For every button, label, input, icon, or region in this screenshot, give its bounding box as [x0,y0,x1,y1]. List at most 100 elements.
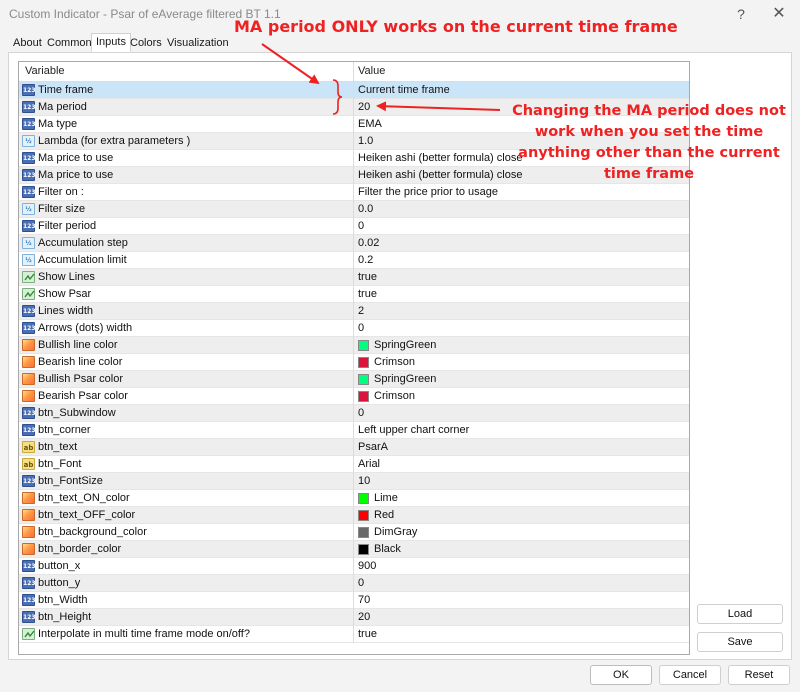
reset-button[interactable]: Reset [728,665,790,685]
value-cell[interactable]: PsarA [354,439,689,456]
table-row[interactable]: Show Lines true [19,269,689,286]
variable-cell[interactable]: 123 Ma type [19,116,354,133]
table-row[interactable]: Bullish Psar color SpringGreen [19,371,689,388]
column-header-value[interactable]: Value [354,62,689,82]
value-cell[interactable]: Filter the price prior to usage [354,184,689,201]
value-cell[interactable]: true [354,269,689,286]
value-cell[interactable]: 10 [354,473,689,490]
value-cell[interactable]: 0 [354,575,689,592]
variable-cell[interactable]: btn_background_color [19,524,354,541]
value-cell[interactable]: 0.02 [354,235,689,252]
variable-cell[interactable]: Show Psar [19,286,354,303]
variable-cell[interactable]: ab btn_text [19,439,354,456]
table-row[interactable]: Show Psar true [19,286,689,303]
table-row[interactable]: btn_text_ON_color Lime [19,490,689,507]
value-cell[interactable]: Arial [354,456,689,473]
column-header-variable[interactable]: Variable [19,62,354,82]
variable-cell[interactable]: 123 btn_FontSize [19,473,354,490]
table-row[interactable]: 123 Time frame Current time frame [19,82,689,99]
variable-cell[interactable]: Interpolate in multi time frame mode on/… [19,626,354,643]
table-row[interactable]: 123 Arrows (dots) width 0 [19,320,689,337]
variable-cell[interactable]: Bearish line color [19,354,354,371]
variable-cell[interactable]: btn_text_ON_color [19,490,354,507]
value-cell[interactable]: SpringGreen [354,371,689,388]
variable-cell[interactable]: btn_border_color [19,541,354,558]
variable-cell[interactable]: Bullish Psar color [19,371,354,388]
variable-cell[interactable]: Bearish Psar color [19,388,354,405]
table-row[interactable]: btn_border_color Black [19,541,689,558]
variable-cell[interactable]: 123 Filter on : [19,184,354,201]
table-row[interactable]: 123 btn_Subwindow 0 [19,405,689,422]
value-cell[interactable]: Crimson [354,388,689,405]
table-row[interactable]: 123 Filter period 0 [19,218,689,235]
variable-cell[interactable]: 123 btn_Width [19,592,354,609]
value-cell[interactable]: Current time frame [354,82,689,99]
value-cell[interactable]: Left upper chart corner [354,422,689,439]
table-row[interactable]: 123 button_y 0 [19,575,689,592]
variable-cell[interactable]: 123 btn_Height [19,609,354,626]
variable-cell[interactable]: Show Lines [19,269,354,286]
table-row[interactable]: 123 btn_FontSize 10 [19,473,689,490]
variable-cell[interactable]: Bullish line color [19,337,354,354]
value-cell[interactable]: 0 [354,218,689,235]
table-row[interactable]: Bearish Psar color Crimson [19,388,689,405]
table-row[interactable]: Interpolate in multi time frame mode on/… [19,626,689,643]
variable-cell[interactable]: 123 Arrows (dots) width [19,320,354,337]
variable-cell[interactable]: ab btn_Font [19,456,354,473]
value-cell[interactable]: SpringGreen [354,337,689,354]
variable-cell[interactable]: 123 btn_Subwindow [19,405,354,422]
variable-cell[interactable]: ½ Filter size [19,201,354,218]
value-cell[interactable]: 0 [354,320,689,337]
value-cell[interactable]: 70 [354,592,689,609]
value-cell[interactable]: 0 [354,405,689,422]
table-row[interactable]: Bullish line color SpringGreen [19,337,689,354]
table-row[interactable]: Bearish line color Crimson [19,354,689,371]
value-cell[interactable]: 20 [354,609,689,626]
value-cell[interactable]: 2 [354,303,689,320]
tab-common[interactable]: Common [42,34,97,52]
variable-cell[interactable]: ½ Lambda (for extra parameters ) [19,133,354,150]
close-button[interactable]: ✕ [764,4,794,24]
help-button[interactable]: ? [726,4,756,24]
value-cell[interactable]: 0.2 [354,252,689,269]
tab-visualization[interactable]: Visualization [162,34,234,52]
table-row[interactable]: ½ Accumulation limit 0.2 [19,252,689,269]
tab-about[interactable]: About [8,34,47,52]
variable-cell[interactable]: ½ Accumulation step [19,235,354,252]
variable-cell[interactable]: 123 Time frame [19,82,354,99]
table-row[interactable]: 123 button_x 900 [19,558,689,575]
table-row[interactable]: 123 Lines width 2 [19,303,689,320]
variable-cell[interactable]: ½ Accumulation limit [19,252,354,269]
variable-cell[interactable]: 123 button_y [19,575,354,592]
value-cell[interactable]: Red [354,507,689,524]
value-cell[interactable]: true [354,626,689,643]
load-button[interactable]: Load [697,604,783,624]
value-cell[interactable]: DimGray [354,524,689,541]
table-row[interactable]: ab btn_Font Arial [19,456,689,473]
table-row[interactable]: ½ Filter size 0.0 [19,201,689,218]
table-row[interactable]: 123 btn_Height 20 [19,609,689,626]
value-cell[interactable]: true [354,286,689,303]
variable-cell[interactable]: 123 Filter period [19,218,354,235]
table-row[interactable]: btn_background_color DimGray [19,524,689,541]
variable-cell[interactable]: 123 Ma price to use [19,150,354,167]
value-cell[interactable]: Lime [354,490,689,507]
variable-cell[interactable]: btn_text_OFF_color [19,507,354,524]
variable-cell[interactable]: 123 Ma price to use [19,167,354,184]
table-row[interactable]: 123 btn_corner Left upper chart corner [19,422,689,439]
value-cell[interactable]: 900 [354,558,689,575]
table-row[interactable]: 123 btn_Width 70 [19,592,689,609]
value-cell[interactable]: Crimson [354,354,689,371]
cancel-button[interactable]: Cancel [659,665,721,685]
ok-button[interactable]: OK [590,665,652,685]
value-cell[interactable]: 0.0 [354,201,689,218]
value-cell[interactable]: Black [354,541,689,558]
variable-cell[interactable]: 123 btn_corner [19,422,354,439]
tab-colors[interactable]: Colors [125,34,167,52]
variable-cell[interactable]: 123 button_x [19,558,354,575]
table-row[interactable]: 123 Filter on : Filter the price prior to … [19,184,689,201]
table-row[interactable]: ½ Accumulation step 0.02 [19,235,689,252]
table-row[interactable]: ab btn_text PsarA [19,439,689,456]
save-button[interactable]: Save [697,632,783,652]
table-row[interactable]: btn_text_OFF_color Red [19,507,689,524]
